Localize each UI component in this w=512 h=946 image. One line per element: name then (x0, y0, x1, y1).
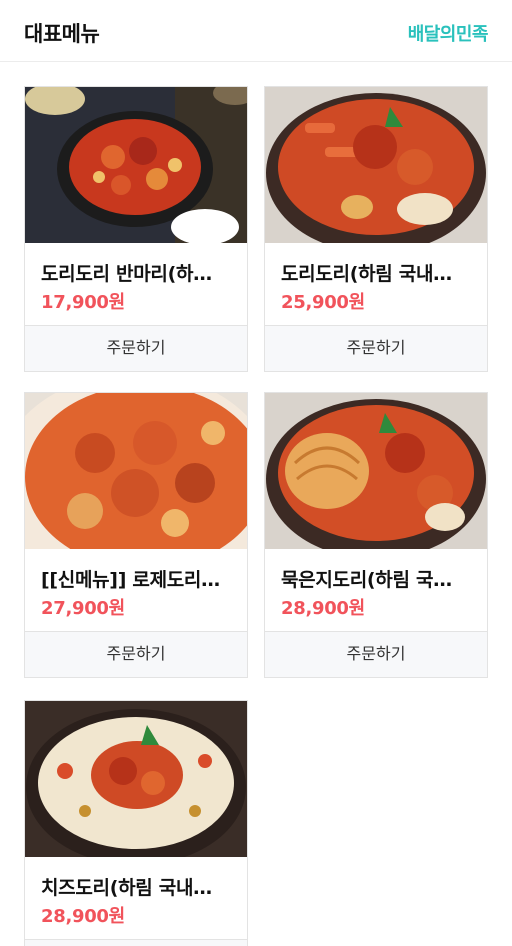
order-button[interactable]: 주문하기 (265, 325, 487, 371)
menu-card[interactable]: [[신메뉴]] 로제도리… 27,900원 주문하기 (24, 392, 248, 678)
menu-card[interactable]: 도리도리(하림 국내… 25,900원 주문하기 (264, 86, 488, 372)
menu-photo (25, 393, 247, 549)
food-image (265, 393, 487, 549)
menu-price: 28,900원 (41, 906, 125, 927)
menu-price: 27,900원 (41, 598, 125, 619)
section-header: 대표메뉴 배달의민족 (0, 0, 512, 62)
menu-card[interactable]: 치즈도리(하림 국내… 28,900원 주문하기 (24, 700, 248, 946)
order-button[interactable]: 주문하기 (265, 631, 487, 677)
section-title: 대표메뉴 (24, 22, 100, 46)
menu-name: 묵은지도리(하림 국… (281, 569, 452, 591)
order-button[interactable]: 주문하기 (25, 631, 247, 677)
menu-name: 도리도리 반마리(하… (41, 263, 212, 285)
menu-card[interactable]: 도리도리 반마리(하… 17,900원 주문하기 (24, 86, 248, 372)
menu-name: [[신메뉴]] 로제도리… (41, 569, 220, 591)
food-image (25, 87, 247, 243)
order-button[interactable]: 주문하기 (25, 939, 247, 946)
menu-photo (25, 701, 247, 857)
menu-name: 치즈도리(하림 국내… (41, 877, 212, 899)
food-image (265, 87, 487, 243)
menu-price: 25,900원 (281, 292, 365, 313)
menu-name: 도리도리(하림 국내… (281, 263, 452, 285)
menu-photo (265, 393, 487, 549)
food-image (25, 393, 247, 549)
brand-link[interactable]: 배달의민족 (408, 20, 489, 46)
menu-photo (265, 87, 487, 243)
menu-photo (25, 87, 247, 243)
food-image (25, 701, 247, 857)
menu-price: 17,900원 (41, 292, 125, 313)
order-button[interactable]: 주문하기 (25, 325, 247, 371)
menu-price: 28,900원 (281, 598, 365, 619)
menu-card[interactable]: 묵은지도리(하림 국… 28,900원 주문하기 (264, 392, 488, 678)
